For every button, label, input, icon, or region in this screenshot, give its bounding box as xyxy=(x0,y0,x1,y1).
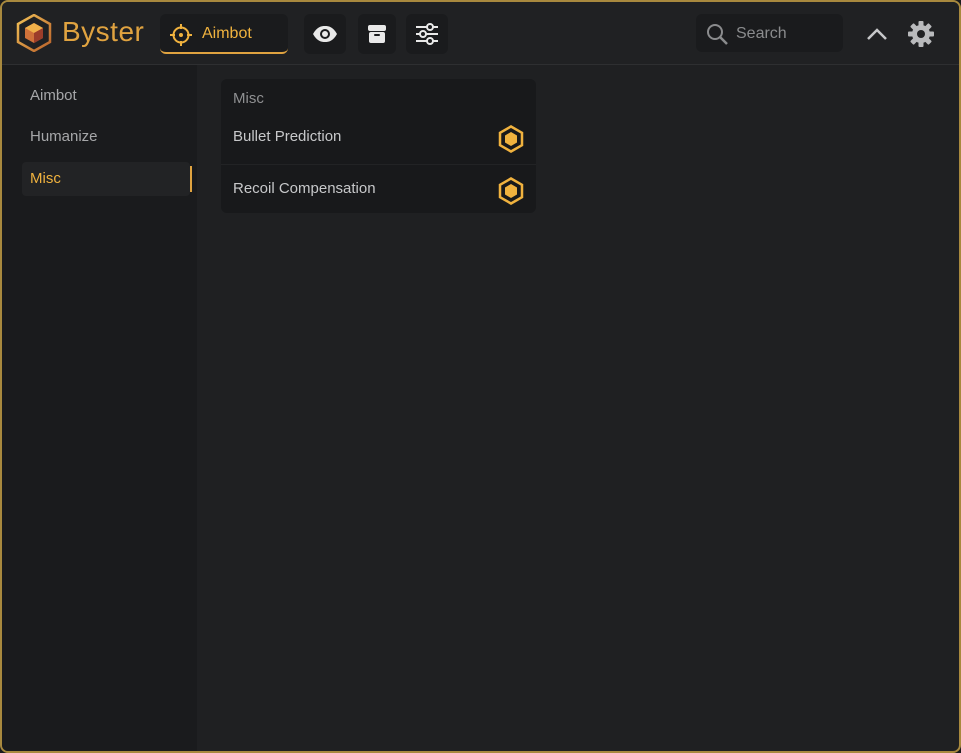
crosshair-icon xyxy=(170,24,192,46)
app-window: Byster Aimbot Search Aimbot Humanize Mis… xyxy=(0,0,961,753)
tab-aimbot[interactable]: Aimbot xyxy=(160,14,288,54)
tab-aimbot-label: Aimbot xyxy=(202,25,252,42)
sidebar-item-misc[interactable]: Misc xyxy=(22,162,192,196)
search-input[interactable] xyxy=(734,21,838,47)
tab-visuals[interactable] xyxy=(304,14,346,54)
chevron-up-icon[interactable] xyxy=(864,22,890,46)
search-icon xyxy=(707,24,728,45)
sidebar: Aimbot Humanize Misc xyxy=(2,65,197,751)
search-box[interactable] xyxy=(696,14,843,52)
app-title: Byster xyxy=(62,16,145,47)
sidebar-item-humanize[interactable]: Humanize xyxy=(22,120,190,154)
misc-panel: Misc Bullet Prediction Recoil Compensati… xyxy=(221,79,536,213)
byster-logo-icon xyxy=(16,14,52,52)
hexagon-toggle-icon[interactable] xyxy=(498,125,524,153)
tab-misc-box[interactable] xyxy=(358,14,396,54)
top-bar: Byster Aimbot xyxy=(2,2,959,65)
box-icon xyxy=(368,25,386,43)
setting-row-recoil-compensation[interactable]: Recoil Compensation xyxy=(221,164,536,215)
sidebar-item-aimbot[interactable]: Aimbot xyxy=(22,79,190,113)
setting-label: Recoil Compensation xyxy=(233,180,376,197)
setting-label: Bullet Prediction xyxy=(233,128,342,145)
eye-icon xyxy=(313,26,337,42)
sliders-icon xyxy=(416,23,438,45)
setting-row-bullet-prediction[interactable]: Bullet Prediction xyxy=(221,113,536,163)
tab-settings-sliders[interactable] xyxy=(406,14,448,54)
hexagon-toggle-icon[interactable] xyxy=(498,177,524,205)
gear-icon[interactable] xyxy=(907,20,935,48)
panel-title: Misc xyxy=(233,90,264,107)
